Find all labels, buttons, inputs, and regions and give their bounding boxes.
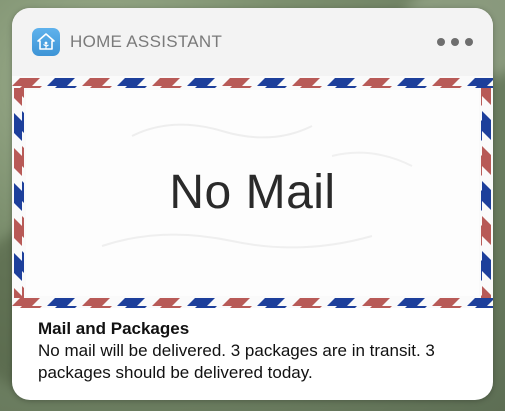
more-options-button[interactable] — [437, 36, 473, 48]
more-dot — [465, 38, 473, 46]
notification-body: Mail and Packages No mail will be delive… — [38, 318, 478, 384]
more-dot — [451, 38, 459, 46]
envelope-image: No Mail — [12, 76, 493, 308]
home-assistant-icon — [32, 28, 60, 56]
image-message: No Mail — [169, 165, 336, 219]
app-name: HOME ASSISTANT — [70, 32, 223, 51]
notification-message: No mail will be delivered. 3 packages ar… — [38, 341, 435, 382]
more-dot — [437, 38, 445, 46]
notification-header: HOME ASSISTANT — [12, 8, 493, 76]
notification-card[interactable]: HOME ASSISTANT No Mail Mail and Packages… — [12, 8, 493, 400]
notification-title: Mail and Packages — [38, 319, 190, 338]
